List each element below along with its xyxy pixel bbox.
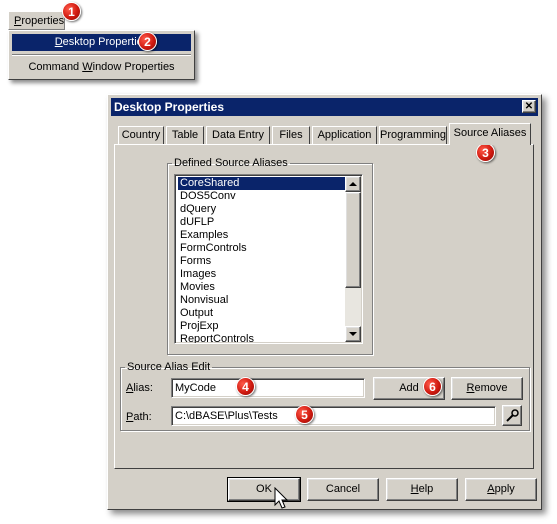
list-item[interactable]: FormControls <box>178 242 348 255</box>
path-label: Path: <box>126 411 152 423</box>
list-item[interactable]: Movies <box>178 281 348 294</box>
path-input[interactable]: C:\dBASE\Plus\Tests <box>171 406 496 426</box>
list-item[interactable]: CoreShared <box>177 176 349 191</box>
list-item[interactable]: dQuery <box>178 203 348 216</box>
callout-badge-4: 4 <box>236 377 255 396</box>
remove-button[interactable]: Remove <box>451 377 523 400</box>
mouse-cursor-icon <box>274 487 289 509</box>
properties-dropdown: Desktop Properties Command Window Proper… <box>8 30 195 80</box>
list-item[interactable]: Output <box>178 307 348 320</box>
dialog-title: Desktop Properties <box>114 100 225 114</box>
browse-path-button[interactable] <box>502 405 522 426</box>
callout-badge-3: 3 <box>476 143 495 162</box>
tab-programming[interactable]: Programming <box>379 126 447 144</box>
apply-label: pply <box>494 483 515 495</box>
menu-item-label: esktop Properties <box>62 36 149 48</box>
arrow-up-icon <box>349 182 357 186</box>
tab-data-entry[interactable]: Data Entry <box>206 126 270 144</box>
list-item[interactable]: dUFLP <box>178 216 348 229</box>
scroll-down-button[interactable] <box>345 326 361 342</box>
source-aliases-listbox[interactable]: CoreShared DOS5Conv dQuery dUFLP Example… <box>174 174 363 344</box>
alias-label-text: lias: <box>133 382 153 394</box>
list-item[interactable]: Images <box>178 268 348 281</box>
menu-item-mnemonic: W <box>82 61 93 73</box>
properties-menu[interactable]: Properties <box>8 11 65 30</box>
callout-badge-1: 1 <box>62 2 81 21</box>
apply-mnemonic: A <box>487 483 495 495</box>
alias-label: Alias: <box>126 382 153 394</box>
tab-country[interactable]: Country <box>118 126 164 144</box>
alias-input[interactable]: MyCode <box>171 378 365 398</box>
close-icon[interactable]: ✕ <box>522 100 536 113</box>
callout-badge-2: 2 <box>138 32 157 51</box>
menu-separator <box>12 54 191 56</box>
defined-source-aliases-legend: Defined Source Aliases <box>174 157 288 169</box>
path-label-text: ath: <box>133 411 152 423</box>
properties-menu-label: roperties <box>21 15 65 27</box>
vertical-scrollbar[interactable] <box>345 176 361 342</box>
tab-source-aliases[interactable]: Source Aliases <box>449 123 531 145</box>
tab-application[interactable]: Application <box>312 126 377 144</box>
list-item[interactable]: Forms <box>178 255 348 268</box>
menu-item-mnemonic: D <box>54 36 63 48</box>
menu-item-label: indow Properties <box>92 61 175 73</box>
arrow-down-icon <box>349 332 357 336</box>
callout-badge-5: 5 <box>295 405 314 424</box>
callout-badge-6: 6 <box>423 377 442 396</box>
tab-table[interactable]: Table <box>166 126 204 144</box>
remove-label: emove <box>474 382 508 394</box>
cancel-button[interactable]: Cancel <box>307 478 379 501</box>
tab-files[interactable]: Files <box>272 126 310 144</box>
menu-item-command-window-properties[interactable]: Command Window Properties <box>12 59 191 76</box>
source-alias-edit-legend: Source Alias Edit <box>127 361 211 373</box>
list-item[interactable]: DOS5Conv <box>178 190 348 203</box>
scroll-thumb[interactable] <box>345 192 361 288</box>
apply-button[interactable]: Apply <box>465 478 537 501</box>
dialog-titlebar: Desktop Properties ✕ <box>111 98 538 116</box>
help-mnemonic: H <box>410 483 419 495</box>
wrench-icon <box>506 409 519 422</box>
scroll-up-button[interactable] <box>345 176 361 192</box>
help-button[interactable]: Help <box>386 478 458 501</box>
menu-item-desktop-properties[interactable]: Desktop Properties <box>12 34 191 51</box>
list-item[interactable]: ReportControls <box>178 333 348 343</box>
help-label: elp <box>418 483 434 495</box>
list-item[interactable]: Nonvisual <box>178 294 348 307</box>
list-item[interactable]: ProjExp <box>178 320 348 333</box>
menu-item-label: Command <box>28 61 83 73</box>
list-item[interactable]: Examples <box>178 229 348 242</box>
